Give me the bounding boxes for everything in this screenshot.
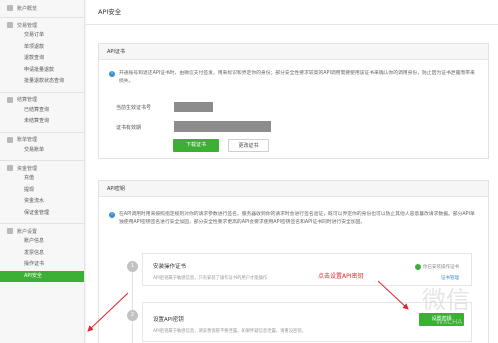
api-key-notice-text: 在API调用时用来按照指定规则对你的请求参数进行签名，服务器收到你的请求时会进行… <box>119 212 475 225</box>
step-number-1: 1 <box>127 261 138 272</box>
sidebar-item-batch-refund-status[interactable]: 批量退款状态查询 <box>0 76 84 88</box>
step-desc: API密钥属于敏感信息，只有安装了操作证书的用户才能操作 <box>153 276 268 281</box>
api-key-notice: i 在API调用时用来按照指定规则对你的请求参数进行签名，服务器收到你的请求时会… <box>109 211 477 227</box>
current-cert-label: 当前生效证书号 <box>116 105 152 111</box>
info-icon: i <box>109 212 115 218</box>
sidebar-item-settled[interactable]: 已结算查询 <box>0 105 84 117</box>
annotation-click-set-key: 点击设置API密钥 <box>318 273 364 280</box>
settlement-icon <box>7 96 13 103</box>
wallet-icon <box>7 165 13 171</box>
sidebar-section-trade[interactable]: 交易管理 <box>0 20 84 30</box>
api-key-heading: API密钥 <box>99 181 488 197</box>
sidebar-section-account-settings[interactable]: 账户设置 <box>0 226 84 236</box>
download-cert-button[interactable]: 下载证书 <box>173 139 219 152</box>
step-title: 安装操作证书 <box>153 264 187 270</box>
sidebar-section-label: 结算管理 <box>17 97 38 103</box>
api-cert-panel: API证书 i 开通账号和退还API证书时，由微信支付签发，用来标识和界定你的身… <box>98 43 489 159</box>
sidebar-item-trade-bill[interactable]: 交易账单 <box>0 145 84 157</box>
check-icon <box>415 264 421 270</box>
api-key-panel: API密钥 i 在API调用时用来按照指定规则对你的请求参数进行签名，服务器收到… <box>98 180 489 343</box>
sidebar-section-label: 账户概览 <box>17 5 38 12</box>
sidebar-item-api-security[interactable]: API安全 <box>0 270 84 282</box>
api-cert-notice-text: 开通账号和退还API证书时，由微信支付签发，用来标识和界定你的身份；部分安全性要… <box>119 71 475 84</box>
sidebar-section-label: 交易管理 <box>17 22 38 29</box>
sidebar-section-funds[interactable]: 资金管理 <box>0 163 84 173</box>
step-title: 设置API密钥 <box>153 317 184 323</box>
info-icon: i <box>109 71 115 77</box>
step-number-2: 2 <box>127 310 138 321</box>
status-text: 你已安装操作证书 <box>423 265 459 270</box>
sidebar-item-invoice-info[interactable]: 发票信息 <box>0 248 84 260</box>
sidebar-section-label: 账单管理 <box>17 137 38 143</box>
bill-icon <box>7 136 13 143</box>
page-title: API安全 <box>98 8 122 16</box>
sidebar-item-batch-refund[interactable]: 申请批量退款 <box>0 65 84 77</box>
home-icon <box>7 5 13 11</box>
list-icon <box>7 22 13 28</box>
sidebar-item-account-info[interactable]: 账户信息 <box>0 236 84 248</box>
watermark-sub: WXCHA <box>436 318 463 326</box>
sidebar-section-label: 资金管理 <box>17 165 38 172</box>
step-desc: API密钥属于敏感信息，请妥善保管不要泄露，如果怀疑信息泄露，请重设密钥。 <box>153 329 306 334</box>
sidebar-section-settlement[interactable]: 结算管理 <box>0 95 84 105</box>
sidebar-item-recharge[interactable]: 充值 <box>0 173 84 185</box>
api-cert-notice: i 开通账号和退还API证书时，由微信支付签发，用来标识和界定你的身份；部分安全… <box>109 70 477 86</box>
watermark-logo: 微信 <box>422 286 470 314</box>
sidebar-section-bills[interactable]: 账单管理 <box>0 135 84 145</box>
sidebar-item-deposit[interactable]: 保证金管理 <box>0 208 84 220</box>
gear-icon <box>7 228 13 234</box>
sidebar-item-single-refund[interactable]: 单项退款 <box>0 42 84 54</box>
sidebar-item-operation-cert[interactable]: 操作证书 <box>0 259 84 271</box>
cert-installed-status: 你已安装操作证书 <box>415 264 459 270</box>
divider <box>86 24 498 25</box>
sidebar-item-withdraw[interactable]: 提现 <box>0 185 84 197</box>
sidebar-item-refund-query[interactable]: 退款查询 <box>0 53 84 65</box>
sidebar: 账户概览 交易管理 交易订单 单项退款 退款查询 申请批量退款 批量退款状态查询… <box>0 0 85 343</box>
sidebar-item-unsettled[interactable]: 未结算查询 <box>0 116 84 128</box>
current-cert-value-redacted <box>174 102 213 112</box>
sidebar-item-trade-orders[interactable]: 交易订单 <box>0 30 84 42</box>
sidebar-item-fund-flow[interactable]: 资金流水 <box>0 196 84 208</box>
cert-expiry-value-redacted <box>174 121 271 132</box>
api-cert-heading: API证书 <box>99 44 488 60</box>
step-connector <box>132 266 133 343</box>
renew-cert-button[interactable]: 更改证书 <box>228 139 269 152</box>
cert-expiry-label: 证书有效期 <box>116 125 142 131</box>
sidebar-section-label: 账户设置 <box>17 228 38 235</box>
sidebar-section-overview[interactable]: 账户概览 <box>0 3 84 13</box>
